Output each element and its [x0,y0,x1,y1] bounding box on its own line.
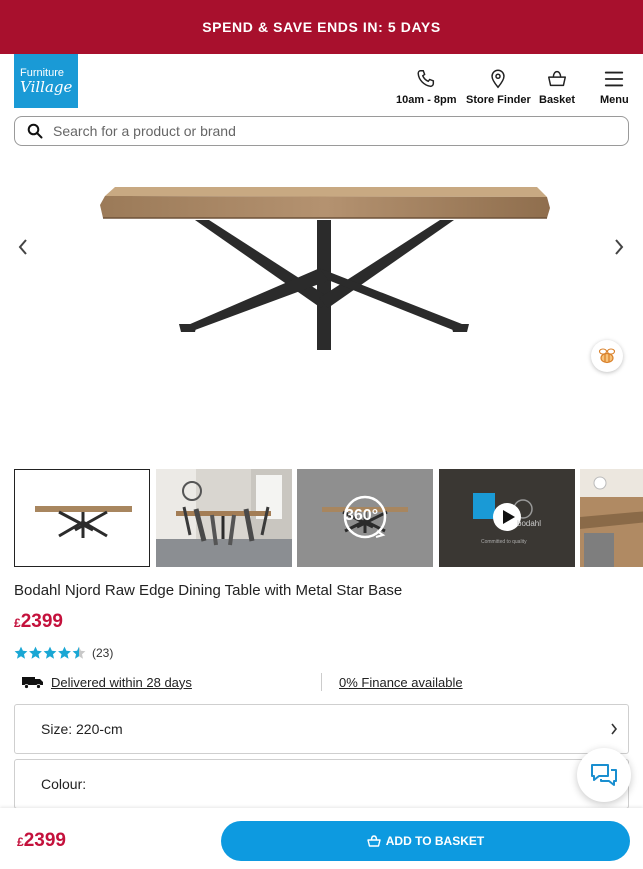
furniture-village-logo[interactable]: Furniture Village [14,54,78,108]
basket-icon [548,70,567,87]
delivery-info[interactable]: Delivered within 28 days [22,672,192,692]
logo-line2: Village [20,78,73,96]
thumbnail-detail[interactable] [580,469,643,567]
thumbnail-room-image [156,469,292,567]
store-finder-label: Store Finder [466,94,531,106]
rating-count: (23) [92,646,114,660]
promo-banner[interactable]: SPEND & SAVE ENDS IN: 5 DAYS [0,0,643,54]
currency-symbol: £ [14,616,21,630]
product-rating[interactable]: (23) [14,646,113,660]
opening-hours-link[interactable]: 10am - 8pm [396,68,457,106]
thumbnail-360-view[interactable]: 360° [297,469,433,567]
chevron-left-icon [18,239,27,255]
delivery-truck-icon [22,677,43,689]
chevron-right-icon [611,723,618,735]
footer-currency: £ [17,835,24,849]
bee-icon [598,348,616,364]
thumbnail-table-image [15,470,149,566]
hamburger-menu-icon [605,71,624,87]
promo-text: SPEND & SAVE ENDS IN: 5 DAYS [202,19,441,35]
location-pin-icon [491,69,506,89]
finance-link[interactable]: 0% Finance available [339,675,463,690]
basket-label: Basket [539,94,576,106]
gallery-next-button[interactable] [609,236,629,262]
delivery-link[interactable]: Delivered within 28 days [51,675,192,690]
gallery-prev-button[interactable] [13,236,33,262]
thumbnail-table[interactable] [14,469,150,567]
sticky-footer: £2399 ADD TO BASKET [0,808,643,869]
size-selector[interactable]: Size: 220-cm [14,704,629,754]
thumbnail-video-image [439,469,575,567]
thumbnail-video[interactable]: bodahl Committed to quality [439,469,575,567]
product-image-gallery[interactable] [0,150,643,460]
search-icon [27,123,43,139]
footer-price: £2399 [17,830,66,852]
basket-icon [367,835,381,847]
footer-price-value: 2399 [23,830,66,851]
bee-widget-button[interactable] [591,340,623,372]
store-finder-link[interactable]: Store Finder [466,68,531,106]
price-value: 2399 [20,611,63,632]
info-divider [321,673,322,691]
add-to-basket-button[interactable]: ADD TO BASKET [221,821,630,861]
chevron-right-icon [615,239,624,255]
product-title: Bodahl Njord Raw Edge Dining Table with … [14,582,403,599]
basket-link[interactable]: Basket [539,68,575,106]
colour-selector[interactable]: Colour: [14,759,629,809]
thumbnail-room-scene[interactable] [156,469,292,567]
chat-bubbles-icon [591,764,617,786]
360-badge-text: 360° [345,507,379,524]
chat-button[interactable] [577,748,631,802]
product-price: £2399 [14,611,63,633]
phone-icon [417,70,435,88]
menu-button[interactable]: Menu [600,68,629,106]
thumbnail-strip[interactable]: 360° bodahl Committed to quality [14,469,643,567]
menu-label: Menu [600,94,629,106]
add-to-basket-label: ADD TO BASKET [385,834,485,848]
search-input[interactable] [53,123,593,139]
finance-info[interactable]: 0% Finance available [339,672,463,692]
size-label: Size: 220-cm [41,721,123,737]
hours-label: 10am - 8pm [396,94,457,106]
site-header: Furniture Village 10am - 8pm Store Finde… [0,54,643,112]
colour-label: Colour: [41,776,87,792]
main-product-image [100,187,550,350]
star-rating-icon [14,646,86,659]
video-brand-text: bodahl [517,519,542,528]
thumbnail-detail-image [580,469,643,567]
video-caption-text: Committed to quality [481,539,527,545]
search-bar[interactable] [14,116,629,146]
